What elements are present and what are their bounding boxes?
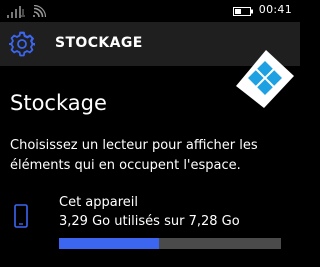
header-title: STOCKAGE: [55, 35, 143, 51]
battery-icon: [233, 3, 255, 22]
signal-icon: [7, 3, 25, 22]
gear-icon[interactable]: [8, 31, 36, 57]
drive-name: Cet appareil: [59, 195, 139, 210]
windows-logo: [232, 46, 296, 110]
page-description: Choisissez un lecteur pour afficher les …: [10, 138, 258, 173]
storage-usage-bar: [59, 238, 281, 249]
status-bar: 00:41: [0, 0, 300, 20]
wifi-icon: [33, 3, 47, 22]
page-title: Stockage: [10, 91, 107, 115]
phone-icon: [14, 204, 28, 228]
status-time: 00:41: [258, 3, 292, 16]
drive-usage-text: 3,29 Go utilisés sur 7,28 Go: [59, 214, 240, 229]
storage-usage-fill: [59, 238, 160, 249]
drive-item[interactable]: Cet appareil 3,29 Go utilisés sur 7,28 G…: [0, 192, 300, 262]
